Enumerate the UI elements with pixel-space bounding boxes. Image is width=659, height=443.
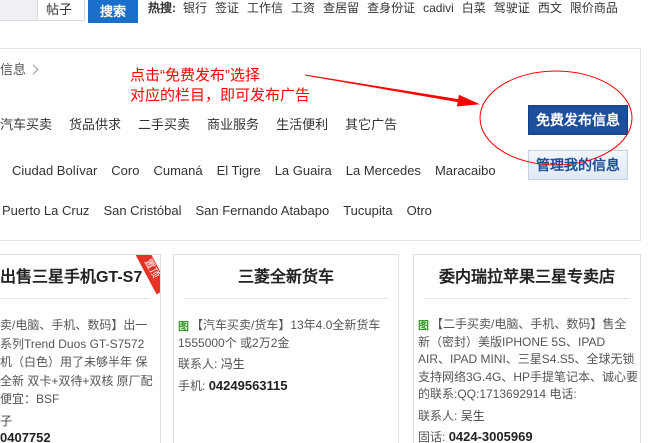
listing-phone: 固话: 0424-3005969 bbox=[418, 428, 640, 443]
category-item[interactable]: 汽车买卖 bbox=[0, 116, 52, 134]
category-item[interactable]: 生活便利 bbox=[276, 116, 328, 134]
contact-name: 冯生 bbox=[220, 357, 245, 371]
hot-search-bar: 热搜: 银行 签证 工作信 工资 查居留 查身份证 cadivi 白菜 驾驶证 … bbox=[148, 0, 618, 17]
divider bbox=[184, 298, 388, 299]
hot-search-link[interactable]: 驾驶证 bbox=[494, 0, 530, 17]
city-link[interactable]: Puerto La Cruz bbox=[2, 202, 89, 220]
listing-card: 出售三星手机GT-S7 置顶 卖/电脑、手机、数码】出一 系列Trend Duo… bbox=[0, 254, 161, 443]
city-link[interactable]: San Cristóbal bbox=[103, 202, 181, 220]
listing-desc-line: 全新 双卡+双待+双核 原厂配 bbox=[0, 373, 153, 388]
city-link[interactable]: San Fernando Atabapo bbox=[195, 202, 329, 220]
picture-icon: 图 bbox=[418, 320, 429, 332]
hot-search-link[interactable]: 白菜 bbox=[462, 0, 486, 17]
annotation-text: 点击“免费发布”选择 bbox=[130, 67, 260, 84]
city-link[interactable]: Otro bbox=[407, 202, 432, 220]
category-nav: 汽车买卖 货品供求 二手买卖 商业服务 生活便利 其它广告 bbox=[0, 116, 414, 134]
page: 帖子 搜索 热搜: 银行 签证 工作信 工资 查居留 查身份证 cadivi 白… bbox=[0, 0, 659, 443]
manage-my-posts-button[interactable]: 管理我的信息 bbox=[528, 150, 628, 180]
picture-icon: 图 bbox=[178, 321, 189, 333]
phone-label: 固话: bbox=[418, 429, 446, 443]
city-list: Puerto La Cruz San Cristóbal San Fernand… bbox=[2, 202, 446, 220]
hot-search-link[interactable]: 查居留 bbox=[323, 0, 359, 17]
category-item[interactable]: 货品供求 bbox=[69, 116, 121, 134]
listing-contact: 联系人: 冯生 bbox=[178, 355, 398, 373]
city-link[interactable]: Cumaná bbox=[153, 162, 202, 180]
hot-search-link[interactable]: 西文 bbox=[538, 0, 562, 17]
phone-number: 0424-3005969 bbox=[448, 428, 533, 443]
listing-desc-line: 图【二手买卖/电脑、手机、数码】售全 bbox=[418, 316, 640, 334]
phone-label: 手机: bbox=[178, 379, 206, 393]
category-item[interactable]: 二手买卖 bbox=[138, 116, 190, 134]
listing-desc-line: 便宜：BSF bbox=[0, 392, 60, 406]
listing-phone: 0407752 bbox=[0, 429, 51, 443]
phone-number: 04249563115 bbox=[208, 378, 288, 393]
listing-title[interactable]: 委内瑞拉苹果三星专卖店 bbox=[414, 266, 640, 290]
city-link[interactable]: La Mercedes bbox=[346, 162, 421, 180]
listing-phone: 手机: 04249563115 bbox=[178, 378, 398, 394]
contact-name: 吴生 bbox=[460, 408, 485, 423]
listing-body: 卖/电脑、手机、数码】出一 系列Trend Duos GT-S7572 机（白色… bbox=[0, 316, 160, 443]
listing-body: 图【二手买卖/电脑、手机、数码】售全 新（密封）美版IPHONE 5S、IPAD… bbox=[418, 316, 640, 443]
listing-card: 委内瑞拉苹果三星专卖店 图【二手买卖/电脑、手机、数码】售全 新（密封）美版IP… bbox=[413, 254, 641, 443]
listing-card: 三菱全新货车 图【汽车买卖/货车】13年4.0全新货车 1555000个 或2万… bbox=[173, 254, 399, 443]
listing-desc-line: 卖/电脑、手机、数码】出一 bbox=[0, 318, 148, 332]
hot-search-link[interactable]: 工作信 bbox=[247, 0, 283, 17]
hot-search-link[interactable]: 工资 bbox=[291, 0, 315, 17]
hot-search-link[interactable]: 银行 bbox=[183, 0, 207, 17]
listing-title[interactable]: 出售三星手机GT-S7 bbox=[0, 266, 160, 290]
listing-contact-name: 子 bbox=[0, 413, 13, 428]
search-button[interactable]: 搜索 bbox=[88, 0, 138, 23]
listing-desc-line: 系列Trend Duos GT-S7572 bbox=[0, 336, 145, 351]
category-item[interactable]: 商业服务 bbox=[207, 116, 259, 134]
city-link[interactable]: Coro bbox=[111, 162, 139, 180]
divider bbox=[424, 298, 630, 299]
category-item[interactable]: 其它广告 bbox=[345, 116, 397, 134]
hot-search-link[interactable]: 查身份证 bbox=[367, 0, 415, 17]
search-scope-select[interactable]: 帖子 bbox=[37, 0, 85, 21]
listing-desc-line: 的联系:QQ:1713692914 电话: bbox=[418, 387, 577, 401]
divider bbox=[0, 298, 150, 299]
contact-label: 联系人: bbox=[418, 408, 458, 423]
listing-desc-text: 【二手买卖/电脑、手机、数码】售全 bbox=[431, 317, 627, 331]
listing-desc-line: AIR、IPAD MINI、三星S4.S5、全球无锁 bbox=[418, 352, 635, 366]
city-link[interactable]: Tucupita bbox=[343, 202, 392, 220]
city-link[interactable]: Maracaibo bbox=[435, 162, 496, 180]
listing-contact: 联系人: 吴生 bbox=[418, 407, 640, 425]
city-link[interactable]: La Guaira bbox=[275, 162, 332, 180]
listing-desc-line: 支持网络3G.4G、HP手提笔记本、诚心要 bbox=[418, 369, 639, 384]
breadcrumb[interactable]: 信息 bbox=[0, 62, 26, 78]
hot-search-link[interactable]: 限价商品 bbox=[570, 0, 618, 17]
city-list: Ciudad Bolívar Coro Cumaná El Tigre La G… bbox=[12, 162, 510, 180]
listing-desc-line: 新（密封）美版IPHONE 5S、IPAD bbox=[418, 334, 606, 349]
listing-desc-text: 【汽车买卖/货车】13年4.0全新货车 bbox=[191, 318, 381, 332]
annotation-text: 对应的栏目，即可发布广告 bbox=[130, 87, 311, 104]
listing-desc-line: 图【汽车买卖/货车】13年4.0全新货车 bbox=[178, 316, 398, 334]
city-link[interactable]: Ciudad Bolívar bbox=[12, 162, 97, 180]
post-free-button[interactable]: 免费发布信息 bbox=[528, 105, 628, 135]
listing-title[interactable]: 三菱全新货车 bbox=[174, 266, 398, 290]
contact-label: 联系人: bbox=[178, 357, 218, 371]
listing-body: 图【汽车买卖/货车】13年4.0全新货车 1555000个 或2万2金 联系人:… bbox=[178, 316, 398, 394]
hot-search-link[interactable]: 签证 bbox=[215, 0, 239, 17]
city-link[interactable]: El Tigre bbox=[217, 162, 261, 180]
hot-search-label: 热搜: bbox=[148, 1, 176, 15]
hot-search-link[interactable]: cadivi bbox=[423, 0, 454, 17]
listing-desc-line: 机（白色）用了未够半年 保 bbox=[0, 355, 148, 369]
search-input[interactable] bbox=[0, 0, 37, 21]
listing-desc-line: 1555000个 或2万2金 bbox=[178, 336, 290, 350]
